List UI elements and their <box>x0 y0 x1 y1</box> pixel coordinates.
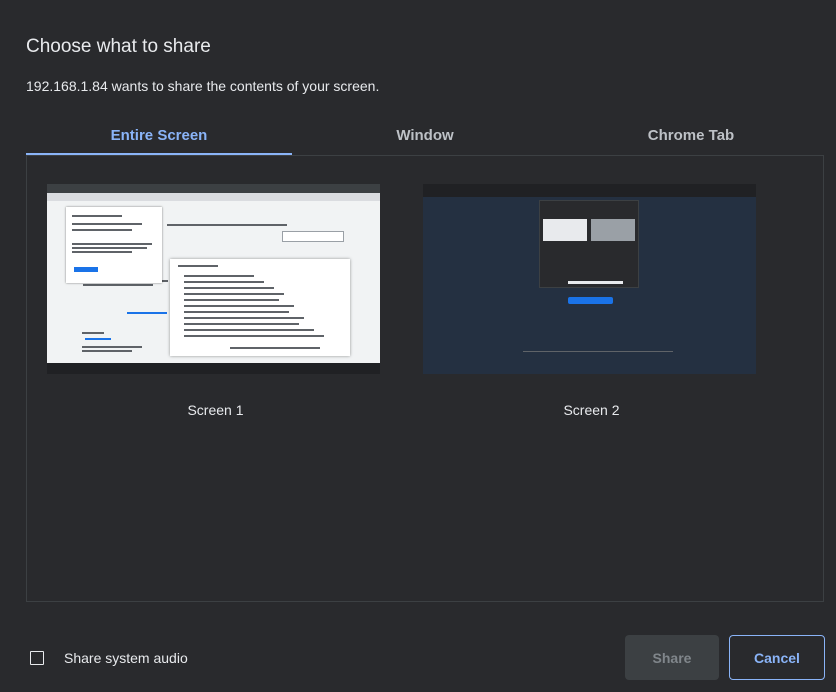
share-dialog: Choose what to share 192.168.1.84 wants … <box>0 0 836 692</box>
screen-1-label: Screen 1 <box>187 402 244 418</box>
screen-2-thumbnail <box>423 184 756 374</box>
tab-chrome-tab[interactable]: Chrome Tab <box>558 116 824 154</box>
screen-1-thumbnail <box>47 184 380 374</box>
dialog-subtitle: 192.168.1.84 wants to share the contents… <box>26 78 380 94</box>
tab-entire-screen[interactable]: Entire Screen <box>26 116 292 156</box>
screen-option-1[interactable]: Screen 1 <box>47 184 384 418</box>
tab-bar: Entire Screen Window Chrome Tab <box>26 116 824 156</box>
screen-2-label: Screen 2 <box>563 402 620 418</box>
share-audio-label: Share system audio <box>64 650 188 666</box>
screen-option-2[interactable]: Screen 2 <box>423 184 760 418</box>
tab-window[interactable]: Window <box>292 116 558 154</box>
cancel-button[interactable]: Cancel <box>729 635 825 680</box>
share-audio-checkbox[interactable] <box>30 651 44 665</box>
dialog-title: Choose what to share <box>26 36 211 57</box>
share-button[interactable]: Share <box>625 635 719 680</box>
screen-list-panel: Screen 1 Screen 2 <box>26 155 824 602</box>
